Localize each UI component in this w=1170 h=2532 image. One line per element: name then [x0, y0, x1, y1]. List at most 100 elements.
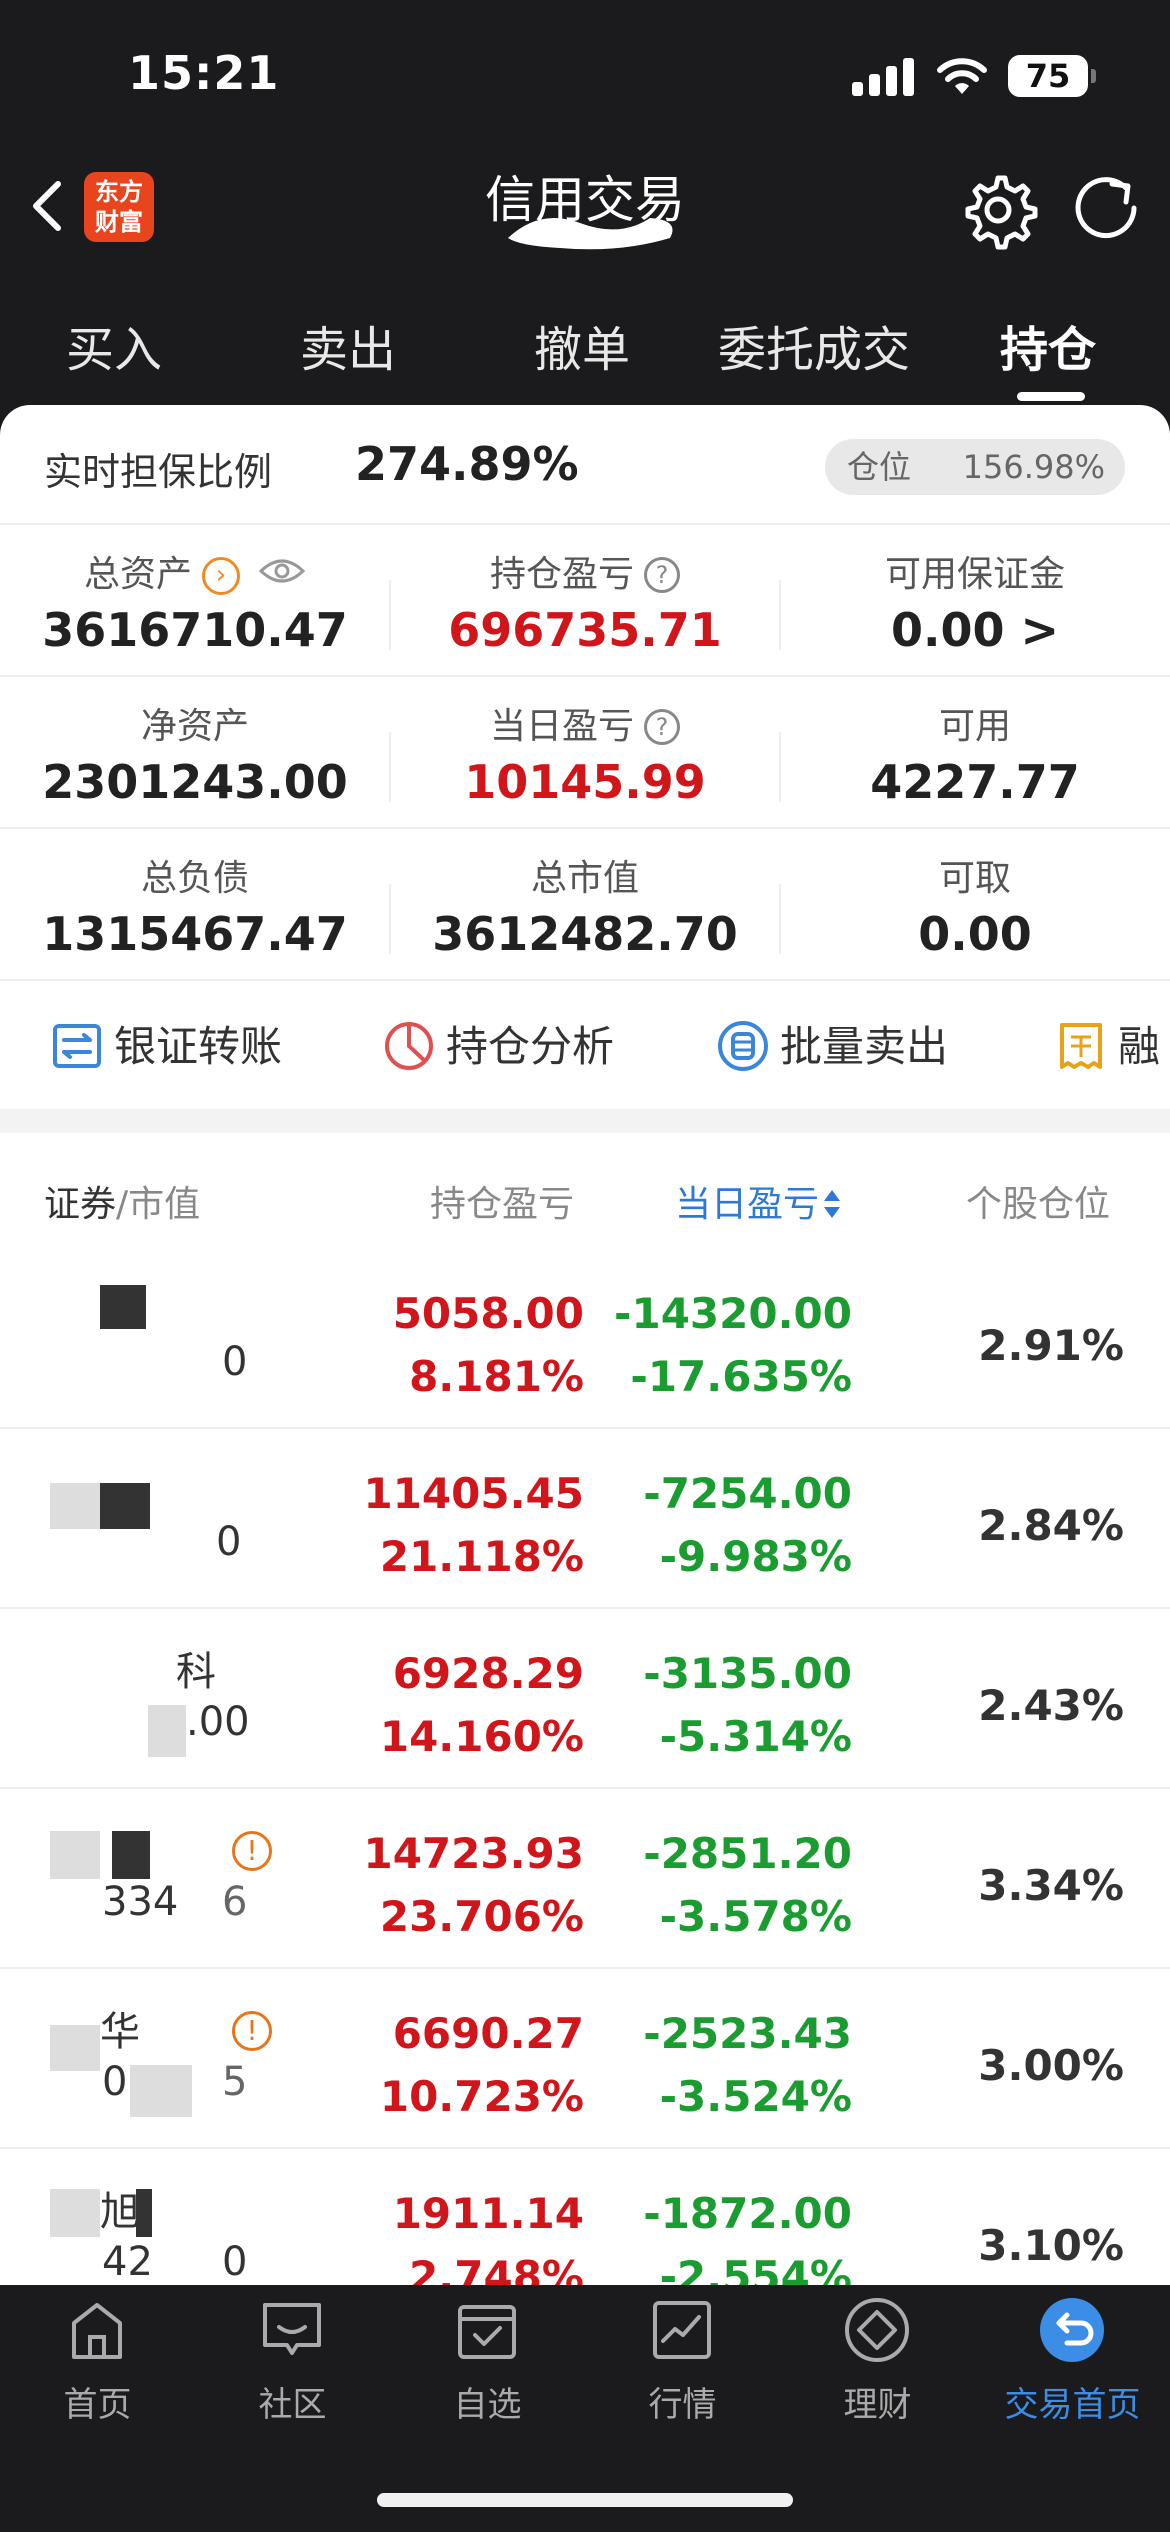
- header-daily-pl[interactable]: 当日盈亏: [675, 1175, 843, 1227]
- position-percent: 2.91%: [978, 1321, 1124, 1370]
- stat-label: 总资产: [83, 554, 192, 595]
- holding-analysis-button[interactable]: 持仓分析: [382, 1017, 614, 1077]
- home-indicator[interactable]: [377, 2493, 793, 2507]
- status-time: 15:21: [128, 46, 280, 100]
- stat-label: 当日盈亏: [489, 706, 634, 747]
- holding-pl-percent: 14.160%: [379, 1712, 584, 1761]
- stat-value: 696735.71: [448, 603, 722, 657]
- header-holding-pl[interactable]: 持仓盈亏: [430, 1175, 574, 1227]
- table-row[interactable]: 华 ! 05 6690.27 10.723% -2523.43 -3.524% …: [0, 1969, 1170, 2149]
- stat-available-margin[interactable]: 可用保证金 0.00 >: [780, 525, 1170, 677]
- stat-value: 4227.77: [870, 755, 1080, 809]
- watchlist-icon: [458, 2305, 516, 2359]
- action-label: 持仓分析: [446, 1022, 615, 1071]
- margin-button[interactable]: 融: [1054, 1017, 1160, 1077]
- stat-label: 持仓盈亏: [489, 554, 634, 595]
- tab-buy[interactable]: 买入: [66, 310, 162, 380]
- sort-icon: [824, 1190, 841, 1218]
- holding-pl-percent: 10.723%: [379, 2072, 584, 2121]
- header-security[interactable]: 证券/市值: [44, 1175, 200, 1227]
- stat-holding-pl: 持仓盈亏? 696735.71: [390, 525, 780, 677]
- daily-pl-value: -1872.00: [643, 2189, 852, 2238]
- nav-community[interactable]: 社区: [195, 2285, 390, 2435]
- nav-market[interactable]: 行情: [585, 2285, 780, 2435]
- nav-label: 社区: [258, 2385, 327, 2425]
- security-code: .00: [44, 1697, 250, 1757]
- nav-label: 交易首页: [1004, 2385, 1141, 2425]
- chevron-right-circle-icon[interactable]: ›: [202, 557, 240, 595]
- daily-pl-percent: -3.524%: [659, 2072, 852, 2121]
- table-row[interactable]: ! 334 6 14723.93 23.706% -2851.20 -3.578%…: [0, 1789, 1170, 1969]
- security-code: 42 0: [102, 2239, 248, 2285]
- holding-pl-value: 6928.29: [392, 1649, 584, 1698]
- daily-pl-value: -7254.00: [643, 1469, 852, 1518]
- bank-transfer-button[interactable]: 银证转账: [50, 1017, 282, 1077]
- nav-watchlist[interactable]: 自选: [390, 2285, 585, 2435]
- action-label: 融: [1118, 1022, 1161, 1071]
- tab-cancel-order[interactable]: 撤单: [534, 310, 630, 380]
- holdings-panel: 实时担保比例 274.89% 仓位 156.98% 总资产 › 3616710.4…: [0, 405, 1170, 2285]
- position-percent: 2.84%: [978, 1501, 1124, 1550]
- stat-value: 10145.99: [464, 755, 706, 809]
- daily-pl-value: -3135.00: [643, 1649, 852, 1698]
- daily-pl-percent: -9.983%: [659, 1532, 852, 1581]
- nav-label: 理财: [843, 2385, 912, 2425]
- table-row[interactable]: 0 11405.45 21.118% -7254.00 -9.983% 2.84…: [0, 1429, 1170, 1609]
- collateral-ratio-row: 实时担保比例 274.89% 仓位 156.98%: [0, 405, 1170, 525]
- eye-icon[interactable]: [258, 556, 306, 586]
- header-market-value-label: /市值: [116, 1184, 201, 1225]
- header-position[interactable]: 个股仓位: [966, 1175, 1110, 1227]
- tab-holdings[interactable]: 持仓: [1000, 310, 1096, 380]
- stat-value: 3612482.70: [432, 907, 738, 961]
- warning-icon[interactable]: !: [232, 1831, 272, 1871]
- settings-gear-icon[interactable]: [958, 170, 1038, 250]
- header-security-label: 证券: [44, 1184, 117, 1225]
- status-bar: 15:21 75: [0, 0, 1170, 150]
- position-percent: 3.00%: [978, 2041, 1124, 2090]
- refresh-icon[interactable]: [1072, 172, 1144, 244]
- battery-icon: 75: [1008, 55, 1096, 97]
- section-gap: [0, 1109, 1170, 1133]
- action-label: 银证转账: [114, 1022, 283, 1071]
- stat-total-liabilities: 总负债 1315467.47: [0, 829, 390, 981]
- tab-sell[interactable]: 卖出: [300, 310, 396, 380]
- help-icon[interactable]: ?: [644, 557, 680, 593]
- nav-wealth[interactable]: 理财: [780, 2285, 975, 2435]
- warning-icon[interactable]: !: [232, 2011, 272, 2051]
- security-name: [44, 1455, 244, 1529]
- stat-label: 可用保证金: [884, 554, 1065, 595]
- nav-trade-home[interactable]: 交易首页: [975, 2285, 1170, 2435]
- batch-sell-button[interactable]: 批量卖出: [716, 1017, 948, 1077]
- holding-pl-percent: 8.181%: [409, 1352, 584, 1401]
- stat-withdrawable: 可取 0.00: [780, 829, 1170, 981]
- nav-label: 行情: [648, 2385, 717, 2425]
- home-icon: [72, 2303, 122, 2359]
- security-name: 旭: [44, 2175, 244, 2237]
- stat-label: 总负债: [140, 858, 249, 899]
- table-row[interactable]: 0 5058.00 8.181% -14320.00 -17.635% 2.91…: [0, 1249, 1170, 1429]
- collateral-ratio-label: 实时担保比例: [44, 450, 273, 494]
- position-label: 仓位: [847, 448, 912, 486]
- stat-value: 0.00: [918, 907, 1032, 961]
- table-row[interactable]: 旭 42 0 1911.14 2.748% -1872.00 -2.554% 3.…: [0, 2149, 1170, 2285]
- daily-pl-percent: -3.578%: [659, 1892, 852, 1941]
- tab-orders-filled[interactable]: 委托成交: [718, 310, 910, 380]
- help-icon[interactable]: ?: [644, 709, 680, 745]
- stat-label: 可取: [938, 858, 1011, 899]
- bottom-navigation: 首页 社区 自选 行情 理财 交易首页: [0, 2285, 1170, 2532]
- stat-total-assets[interactable]: 总资产 › 3616710.47: [0, 525, 390, 677]
- position-percent: 2.43%: [978, 1681, 1124, 1730]
- nav-home[interactable]: 首页: [0, 2285, 195, 2435]
- holding-pl-percent: 2.748%: [409, 2252, 584, 2285]
- daily-pl-value: -2523.43: [643, 2009, 852, 2058]
- holding-pl-percent: 21.118%: [379, 1532, 584, 1581]
- stat-value: 0.00 >: [890, 603, 1060, 657]
- stat-label: 可用: [938, 706, 1011, 747]
- table-row[interactable]: 科 .00 6928.29 14.160% -3135.00 -5.314% 2…: [0, 1609, 1170, 1789]
- stat-available: 可用 4227.77: [780, 677, 1170, 829]
- daily-pl-percent: -2.554%: [659, 2252, 852, 2285]
- stat-label: 净资产: [140, 706, 249, 747]
- diamond-icon: [845, 2298, 909, 2362]
- security-code: 334 6: [102, 1879, 248, 1925]
- header-daily-pl-label: 当日盈亏: [675, 1184, 820, 1225]
